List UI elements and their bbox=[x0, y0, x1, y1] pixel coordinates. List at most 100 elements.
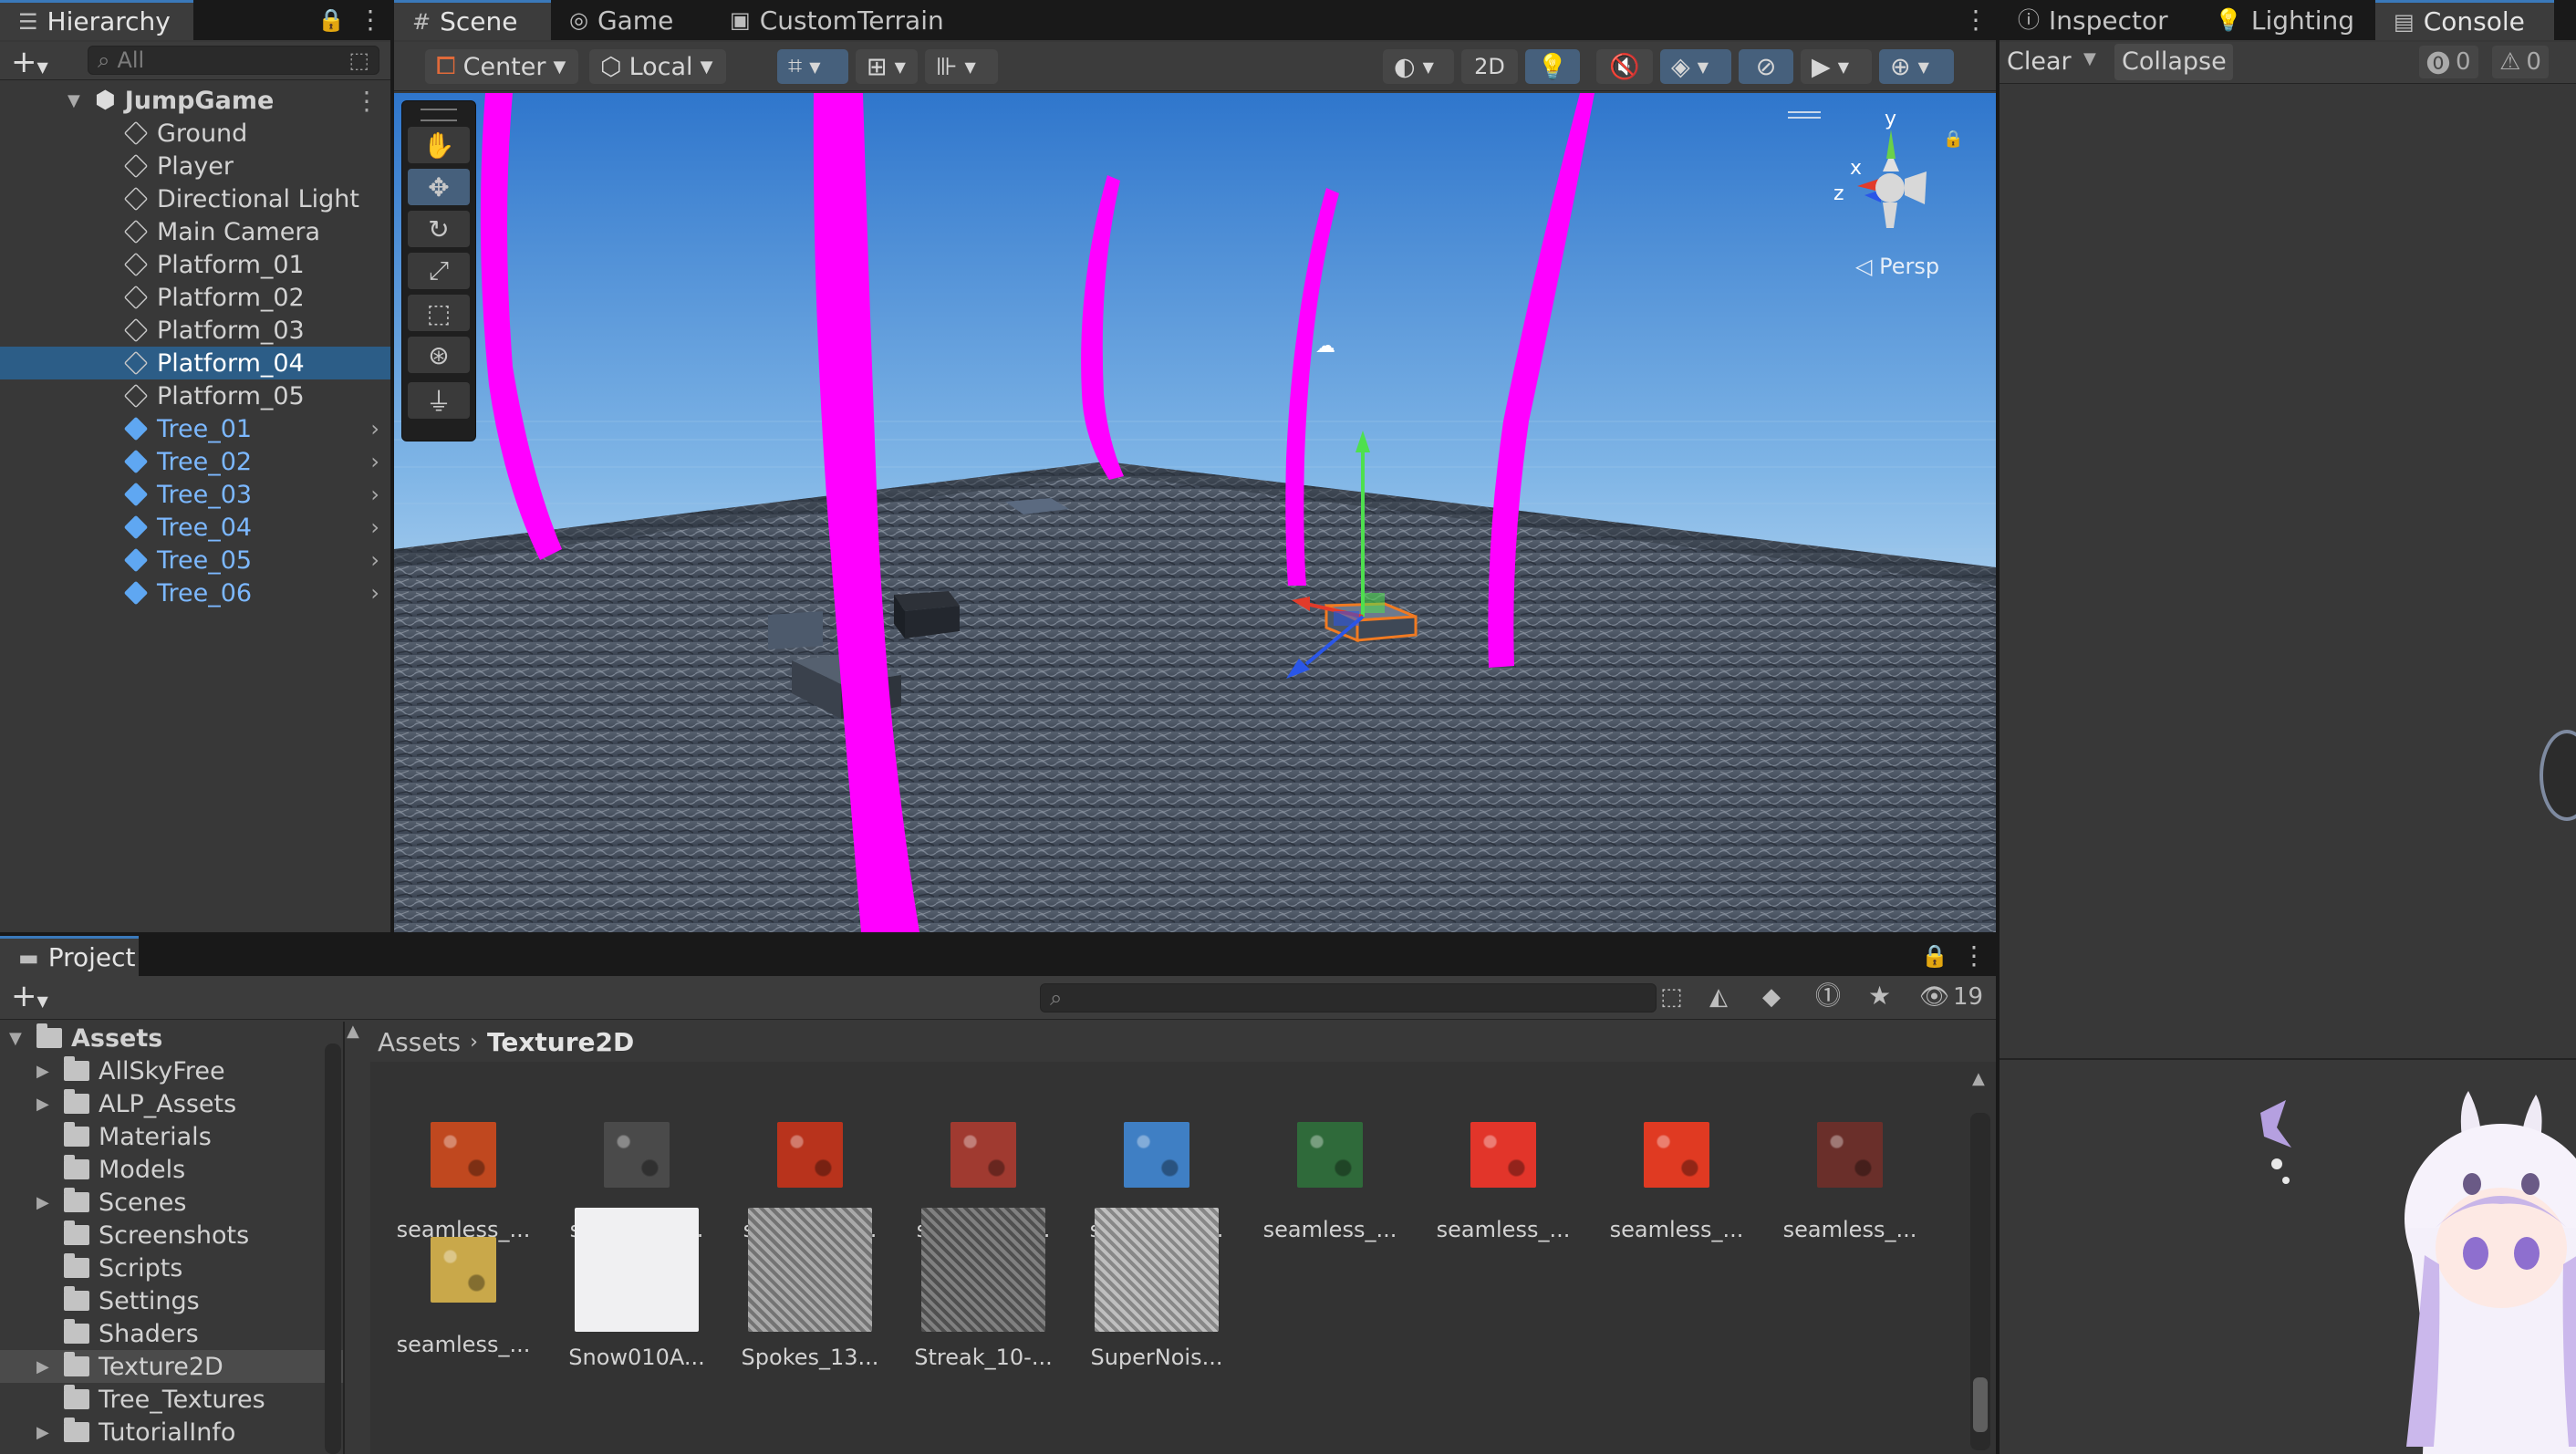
projection-toggle[interactable]: ◁ Persp bbox=[1855, 254, 1939, 279]
custom-tool-button[interactable]: ⏚ bbox=[408, 382, 470, 419]
tab-lighting[interactable]: 💡 Lighting bbox=[2197, 0, 2375, 40]
folder-item[interactable]: ▶ TutorialInfo bbox=[0, 1416, 343, 1449]
hidden-packages-toggle[interactable]: 👁 19 bbox=[1919, 983, 1983, 1011]
hierarchy-item[interactable]: Platform_01 bbox=[0, 248, 390, 281]
lock-icon[interactable]: 🔒 bbox=[1943, 130, 1963, 149]
chevron-right-icon[interactable]: › bbox=[370, 449, 379, 474]
asset-tile[interactable]: seamless_... bbox=[1421, 1093, 1585, 1242]
increment-snap-button[interactable]: ⊞ ▼ bbox=[856, 49, 918, 84]
breadcrumb-assets[interactable]: Assets bbox=[378, 1027, 461, 1057]
tab-project[interactable]: ▬ Project bbox=[0, 936, 139, 976]
overlay-handle[interactable] bbox=[1788, 111, 1821, 119]
hierarchy-item[interactable]: Main Camera bbox=[0, 215, 390, 248]
collapse-arrow-icon[interactable]: ▶ bbox=[36, 1095, 49, 1114]
clear-options-dropdown[interactable]: ▼ bbox=[2083, 49, 2096, 68]
gizmos-button[interactable]: ⊕ ▼ bbox=[1879, 49, 1954, 84]
hierarchy-item[interactable]: Tree_06 › bbox=[0, 576, 390, 609]
asset-tile[interactable]: SuperNois... bbox=[1075, 1208, 1239, 1370]
hierarchy-item[interactable]: Tree_04 › bbox=[0, 511, 390, 544]
search-options-icon[interactable]: ⬚ bbox=[1660, 985, 1683, 1009]
warning-toggle[interactable]: ⚠ 0 bbox=[2492, 46, 2549, 78]
asset-tile[interactable]: seamless_... bbox=[1594, 1093, 1759, 1242]
hierarchy-search-input[interactable]: ⌕ All ⬚ bbox=[88, 46, 379, 75]
rect-tool-button[interactable]: ⬚ bbox=[408, 295, 470, 331]
scale-tool-button[interactable]: ⤢ bbox=[408, 253, 470, 289]
scroll-up-icon[interactable]: ▲ bbox=[1972, 1069, 1985, 1088]
console-log-area[interactable] bbox=[2000, 84, 2576, 1060]
folder-item[interactable]: Tree_Textures bbox=[0, 1383, 343, 1416]
lighting-toggle-button[interactable]: 💡 bbox=[1525, 49, 1580, 84]
scroll-up-icon[interactable]: ▲ bbox=[347, 1022, 359, 1041]
folder-item[interactable]: ▶ AllSkyFree bbox=[0, 1054, 343, 1087]
toggle-2d-button[interactable]: 2D bbox=[1461, 49, 1518, 84]
folder-item[interactable]: ▶ Scenes bbox=[0, 1186, 343, 1219]
asset-scrollbar-thumb[interactable] bbox=[1973, 1377, 1988, 1432]
folder-item[interactable]: ▶ ALP_Assets bbox=[0, 1087, 343, 1120]
scene-viewport[interactable]: ☁ y x z 🔒 ◁ Persp ✋ ✥ ↻ ⤢ ⬚ ⊛ ⏚ bbox=[394, 93, 1996, 932]
asset-tile[interactable]: Spokes_13... bbox=[728, 1208, 892, 1370]
asset-scrollbar[interactable] bbox=[1970, 1113, 1990, 1450]
collapse-arrow-icon[interactable]: ▶ bbox=[36, 1062, 49, 1081]
add-object-button[interactable]: +▼ bbox=[11, 44, 48, 80]
hierarchy-item[interactable]: Directional Light bbox=[0, 182, 390, 215]
chevron-right-icon[interactable]: › bbox=[370, 580, 379, 606]
more-icon[interactable]: ⋮ bbox=[358, 7, 383, 33]
more-icon[interactable]: ⋮ bbox=[354, 86, 379, 116]
folder-item[interactable]: Models bbox=[0, 1153, 343, 1186]
collapse-button[interactable]: Collapse bbox=[2114, 44, 2233, 80]
chevron-right-icon[interactable]: › bbox=[370, 514, 379, 540]
collapse-arrow-icon[interactable]: ▶ bbox=[36, 1423, 49, 1442]
error-toggle[interactable]: ⓿0 bbox=[2419, 46, 2478, 78]
breadcrumb-texture2d[interactable]: Texture2D bbox=[487, 1027, 634, 1057]
expand-arrow-icon[interactable]: ▼ bbox=[68, 91, 80, 110]
tree-scrollbar[interactable] bbox=[325, 1044, 341, 1454]
folder-item[interactable]: Scripts bbox=[0, 1251, 343, 1284]
asset-tile[interactable]: seamless_... bbox=[1248, 1093, 1412, 1242]
effects-button[interactable]: ◈ ▼ bbox=[1660, 49, 1731, 84]
rotate-tool-button[interactable]: ↻ bbox=[408, 211, 470, 247]
asset-tile[interactable]: seamless_... bbox=[1768, 1093, 1932, 1242]
pivot-dropdown[interactable]: ⧠ Center ▼ bbox=[425, 49, 578, 84]
space-dropdown[interactable]: ⬡ Local ▼ bbox=[589, 49, 726, 84]
lock-icon[interactable]: 🔒 bbox=[1921, 945, 1948, 967]
grid-visibility-button[interactable]: ⊪ ▼ bbox=[925, 49, 998, 84]
hierarchy-item[interactable]: Tree_05 › bbox=[0, 544, 390, 576]
chevron-right-icon[interactable]: › bbox=[370, 547, 379, 573]
chevron-right-icon[interactable]: › bbox=[370, 482, 379, 507]
tab-custom-terrain[interactable]: ▣ CustomTerrain bbox=[712, 0, 944, 40]
hierarchy-item[interactable]: Tree_01 › bbox=[0, 412, 390, 445]
hand-tool-button[interactable]: ✋ bbox=[408, 127, 470, 163]
asset-tile[interactable]: Streak_10-... bbox=[901, 1208, 1065, 1370]
search-options-icon[interactable]: ⬚ bbox=[348, 47, 369, 73]
star-icon[interactable]: ★ bbox=[1868, 983, 1891, 1009]
tab-scene[interactable]: # Scene bbox=[394, 0, 551, 40]
lock-icon[interactable]: 🔒 bbox=[317, 9, 345, 31]
label-icon[interactable]: ◆ bbox=[1762, 985, 1781, 1009]
hidden-objects-button[interactable]: ⊘ bbox=[1739, 49, 1793, 84]
more-icon[interactable]: ⋮ bbox=[1961, 943, 1987, 969]
folder-item[interactable]: ▶ Texture2D bbox=[0, 1350, 343, 1383]
grid-snap-button[interactable]: ⌗ ▼ bbox=[777, 49, 848, 84]
hierarchy-item[interactable]: Platform_04 bbox=[0, 347, 390, 379]
hierarchy-item[interactable]: Player bbox=[0, 150, 390, 182]
hierarchy-item[interactable]: Tree_02 › bbox=[0, 445, 390, 478]
collapse-arrow-icon[interactable]: ▶ bbox=[36, 1193, 49, 1212]
create-asset-button[interactable]: +▼ bbox=[11, 978, 48, 1014]
expand-arrow-icon[interactable]: ▼ bbox=[9, 1029, 22, 1048]
audio-toggle-button[interactable]: 🔇 bbox=[1596, 49, 1653, 84]
asset-tile[interactable]: seamless_... bbox=[381, 1208, 545, 1357]
shading-mode-button[interactable]: ◐ ▼ bbox=[1383, 49, 1454, 84]
hierarchy-item[interactable]: Tree_03 › bbox=[0, 478, 390, 511]
chevron-right-icon[interactable]: › bbox=[370, 416, 379, 441]
folder-item[interactable]: Screenshots bbox=[0, 1219, 343, 1251]
project-search-input[interactable]: ⌕ bbox=[1040, 983, 1657, 1013]
hierarchy-item[interactable]: Platform_03 bbox=[0, 314, 390, 347]
folder-item[interactable]: Settings bbox=[0, 1284, 343, 1317]
hierarchy-item[interactable]: Platform_05 bbox=[0, 379, 390, 412]
filter-type-icon[interactable]: ◭ bbox=[1709, 985, 1728, 1009]
scene-root-item[interactable]: ▼ ⬢ JumpGame ⋮ bbox=[0, 84, 390, 117]
orientation-gizmo[interactable]: y x z 🔒 ◁ Persp bbox=[1799, 108, 1981, 290]
asset-tile[interactable]: Snow010A... bbox=[555, 1208, 719, 1370]
camera-settings-button[interactable]: ▶ ▼ bbox=[1801, 49, 1872, 84]
hierarchy-item[interactable]: Platform_02 bbox=[0, 281, 390, 314]
